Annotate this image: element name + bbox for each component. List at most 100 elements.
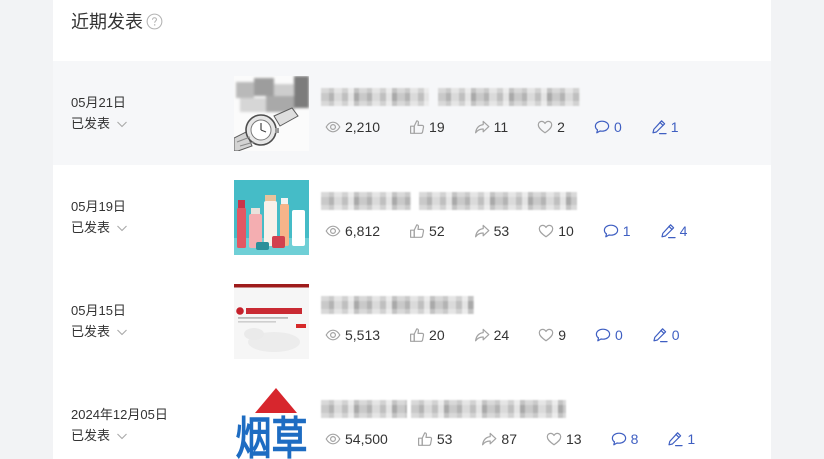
stat-edits[interactable]: 0: [652, 325, 680, 345]
status-dropdown[interactable]: 已发表: [71, 425, 234, 446]
stat-shares: 87: [481, 429, 517, 449]
section-header: 近期发表: [53, 0, 771, 61]
stat-edits-count: 0: [671, 327, 680, 343]
post-content: 5,513 20 24 9 0 0: [321, 269, 680, 345]
post-title-redacted[interactable]: [321, 191, 687, 211]
redacted-title-block: [419, 192, 577, 210]
post-thumbnail[interactable]: 烟草: [234, 387, 309, 459]
post-title-redacted[interactable]: [321, 399, 695, 419]
stat-comments[interactable]: 1: [603, 221, 631, 241]
share-icon: [474, 119, 490, 135]
chevron-down-icon: [116, 222, 128, 234]
cosmetics-image: [234, 179, 309, 255]
comment-icon: [611, 431, 627, 447]
stat-views: 6,812: [325, 221, 380, 241]
post-stats: 2,210 19 11 2 0 1: [325, 117, 679, 137]
stat-comments[interactable]: 0: [595, 325, 623, 345]
post-stats: 54,500 53 87 13 8 1: [325, 429, 695, 449]
post-row[interactable]: 05月21日 已发表 2,210 19 11 2 0 1: [53, 61, 771, 165]
eye-icon: [325, 431, 341, 447]
post-thumbnail[interactable]: [234, 179, 309, 255]
stat-views-count: 2,210: [345, 119, 381, 135]
chevron-down-icon: [116, 430, 128, 442]
heart-icon: [537, 119, 553, 135]
status-label: 已发表: [71, 428, 111, 443]
post-list: 05月21日 已发表 2,210 19 11 2 0 1 05月19日 已发表 …: [53, 61, 771, 459]
publish-date: 2024年12月05日: [71, 407, 168, 422]
stat-comments-count: 1: [622, 223, 631, 239]
share-icon: [474, 223, 490, 239]
share-icon: [474, 327, 490, 343]
publish-date: 05月19日: [71, 199, 126, 214]
post-row[interactable]: 05月15日 已发表 5,513 20 24 9 0 0: [53, 269, 771, 373]
stat-views-count: 5,513: [345, 327, 381, 343]
stat-shares: 11: [474, 117, 509, 137]
stat-likes: 19: [409, 117, 445, 137]
stat-shares: 53: [474, 221, 510, 241]
status-label: 已发表: [71, 116, 111, 131]
comment-icon: [603, 223, 619, 239]
stat-favorites-count: 10: [558, 223, 574, 239]
stat-views: 2,210: [325, 117, 380, 137]
chevron-down-icon: [116, 326, 128, 338]
tobacco-image: 烟草: [234, 387, 309, 459]
stat-comments-count: 0: [613, 119, 622, 135]
post-thumbnail[interactable]: [234, 283, 309, 359]
stat-favorites: 10: [538, 221, 574, 241]
status-dropdown[interactable]: 已发表: [71, 113, 234, 134]
heart-icon: [546, 431, 562, 447]
stat-edits-count: 4: [679, 223, 688, 239]
stat-shares-count: 53: [493, 223, 510, 239]
recent-posts-card: 近期发表 05月21日 已发表 2,210 19 11 2 0 1 05月19日…: [53, 0, 771, 459]
redacted-title-block: [321, 400, 407, 418]
stat-edits[interactable]: 1: [651, 117, 679, 137]
post-row[interactable]: 05月19日 已发表 6,812 52 53 10 1 4: [53, 165, 771, 269]
stat-edits[interactable]: 1: [667, 429, 695, 449]
date-column: 05月15日 已发表: [71, 300, 234, 342]
stat-views-count: 6,812: [345, 223, 381, 239]
watch-image: [234, 75, 309, 151]
section-title: 近期发表: [71, 12, 143, 32]
stat-shares-count: 24: [493, 327, 510, 343]
stat-comments[interactable]: 0: [594, 117, 622, 137]
post-content: 6,812 52 53 10 1 4: [321, 165, 687, 241]
heart-icon: [538, 327, 554, 343]
status-dropdown[interactable]: 已发表: [71, 217, 234, 238]
stat-likes: 53: [417, 429, 452, 449]
redacted-title-block: [321, 88, 429, 106]
question-circle-icon[interactable]: [146, 13, 163, 30]
post-content: 2,210 19 11 2 0 1: [321, 61, 679, 137]
stat-favorites: 2: [537, 117, 565, 137]
stat-comments-count: 0: [615, 327, 623, 343]
stat-shares-count: 11: [493, 119, 509, 135]
date-column: 2024年12月05日 已发表: [71, 404, 234, 446]
publish-date: 05月21日: [71, 95, 126, 110]
comment-icon: [594, 119, 610, 135]
eye-icon: [325, 223, 341, 239]
post-title-redacted[interactable]: [321, 87, 679, 107]
stat-views: 54,500: [325, 429, 388, 449]
notice-document-image: [234, 283, 309, 359]
post-thumbnail[interactable]: [234, 75, 309, 151]
redacted-title-block: [321, 296, 474, 314]
date-column: 05月19日 已发表: [71, 196, 234, 238]
edit-pen-icon: [652, 327, 668, 343]
stat-favorites-count: 2: [557, 119, 565, 135]
stat-views-count: 54,500: [345, 431, 388, 447]
post-title-redacted[interactable]: [321, 295, 680, 315]
share-icon: [481, 431, 497, 447]
status-dropdown[interactable]: 已发表: [71, 321, 234, 342]
post-stats: 5,513 20 24 9 0 0: [325, 325, 680, 345]
redacted-title-block: [438, 88, 580, 106]
thumbs-up-icon: [417, 431, 433, 447]
stat-comments[interactable]: 8: [611, 429, 638, 449]
post-content: 54,500 53 87 13 8 1: [321, 373, 695, 449]
thumbs-up-icon: [409, 223, 425, 239]
stat-favorites-count: 13: [565, 431, 582, 447]
stat-edits[interactable]: 4: [660, 221, 688, 241]
comment-icon: [595, 327, 611, 343]
post-row[interactable]: 2024年12月05日 已发表 烟草 54,500 53 87 13 8 1: [53, 373, 771, 459]
eye-icon: [325, 327, 341, 343]
stat-favorites: 13: [546, 429, 582, 449]
stat-shares-count: 87: [501, 431, 517, 447]
